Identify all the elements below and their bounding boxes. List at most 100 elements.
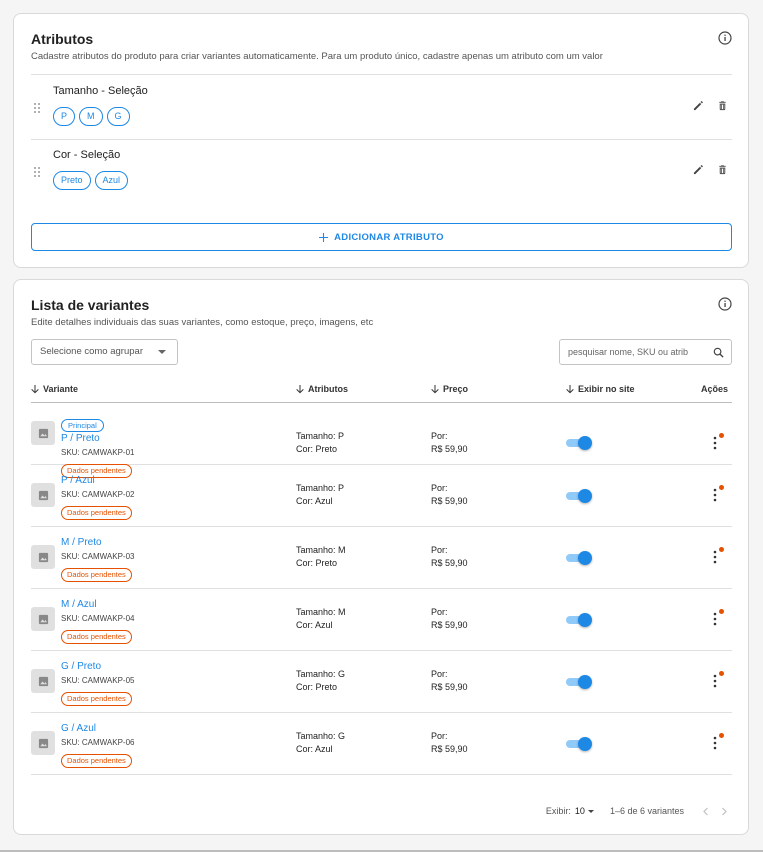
search-icon[interactable]	[713, 347, 724, 358]
attributes-subtitle: Cadastre atributos do produto para criar…	[31, 51, 603, 62]
variant-thumbnail[interactable]	[31, 731, 55, 755]
variants-subtitle: Edite detalhes individuais das suas vari…	[31, 317, 374, 328]
attribute-values: Preto Azul	[53, 171, 129, 190]
column-header-attributes[interactable]: Atributos	[296, 384, 348, 394]
value-chip: P	[53, 107, 76, 126]
column-header-price[interactable]: Preço	[431, 384, 468, 394]
table-row[interactable]: Principal P / Preto SKU: CAMWAKP-01 Dado…	[31, 403, 732, 478]
show-on-site-toggle[interactable]	[566, 675, 592, 689]
add-attribute-label: ADICIONAR ATRIBUTO	[334, 231, 444, 243]
table-row[interactable]: M / Azul SKU: CAMWAKP-04 Dados pendentes…	[31, 589, 732, 651]
variants-title: Lista de variantes	[31, 297, 150, 313]
alert-dot	[719, 671, 724, 676]
more-actions-button[interactable]	[710, 733, 724, 751]
edit-icon[interactable]	[693, 164, 704, 175]
status-badge: Dados pendentes	[61, 692, 132, 706]
variant-thumbnail[interactable]	[31, 607, 55, 631]
variant-name-link[interactable]: M / Azul	[61, 599, 135, 611]
variant-sku: SKU: CAMWAKP-01	[61, 448, 135, 457]
arrow-down-icon	[31, 384, 39, 393]
arrow-down-icon	[296, 384, 304, 393]
attribute-values: P M G	[53, 107, 130, 126]
image-icon	[38, 490, 48, 500]
value-chip: G	[106, 107, 130, 126]
value-chip: Azul	[94, 171, 129, 190]
variant-price: Por: R$ 59,90	[431, 731, 468, 754]
attributes-card: Atributos Cadastre atributos do produto …	[13, 13, 749, 268]
more-actions-button[interactable]	[710, 671, 724, 689]
table-row[interactable]: P / Azul SKU: CAMWAKP-02 Dados pendentes…	[31, 465, 732, 527]
more-vert-icon	[713, 736, 717, 750]
info-icon[interactable]	[718, 31, 732, 45]
status-badge: Dados pendentes	[61, 630, 132, 644]
image-icon	[38, 428, 48, 438]
show-on-site-toggle[interactable]	[566, 613, 592, 627]
pagination: Exibir: 10 1–6 de 6 variantes	[546, 806, 728, 816]
variant-sku: SKU: CAMWAKP-05	[61, 676, 135, 685]
variant-attributes: Tamanho: P Cor: Azul	[296, 483, 345, 506]
attribute-name: Tamanho - Seleção	[53, 85, 148, 97]
more-actions-button[interactable]	[710, 609, 724, 627]
attribute-row: Cor - Seleção Preto Azul	[31, 139, 732, 203]
variant-thumbnail[interactable]	[31, 669, 55, 693]
variant-price: Por: R$ 59,90	[431, 545, 468, 568]
status-badge: Dados pendentes	[61, 506, 132, 520]
variant-name-link[interactable]: P / Azul	[61, 475, 135, 487]
alert-dot	[719, 433, 724, 438]
delete-icon[interactable]	[717, 164, 728, 175]
table-row[interactable]: G / Azul SKU: CAMWAKP-06 Dados pendentes…	[31, 713, 732, 775]
per-page-select[interactable]: 10	[575, 806, 594, 816]
show-on-site-toggle[interactable]	[566, 551, 592, 565]
more-vert-icon	[713, 436, 717, 450]
variant-price: Por: R$ 59,90	[431, 607, 468, 630]
more-actions-button[interactable]	[710, 433, 724, 451]
group-by-select[interactable]: Selecione como agrupar	[31, 339, 178, 365]
column-header-variant[interactable]: Variante	[31, 384, 78, 394]
alert-dot	[719, 485, 724, 490]
attribute-row: Tamanho - Seleção P M G	[31, 75, 732, 139]
info-icon[interactable]	[718, 297, 732, 311]
variant-name-link[interactable]: G / Preto	[61, 661, 135, 673]
show-on-site-toggle[interactable]	[566, 737, 592, 751]
variant-attributes: Tamanho: M Cor: Preto	[296, 545, 346, 568]
column-header-show-on-site[interactable]: Exibir no site	[566, 384, 635, 394]
variant-thumbnail[interactable]	[31, 483, 55, 507]
table-row[interactable]: M / Preto SKU: CAMWAKP-03 Dados pendente…	[31, 527, 732, 589]
value-chip: M	[79, 107, 103, 126]
variant-thumbnail[interactable]	[31, 421, 55, 445]
variant-name-link[interactable]: G / Azul	[61, 723, 135, 735]
more-vert-icon	[713, 612, 717, 626]
group-by-label: Selecione como agrupar	[40, 346, 143, 357]
image-icon	[38, 552, 48, 562]
variants-card: Lista de variantes Edite detalhes indivi…	[13, 279, 749, 835]
alert-dot	[719, 733, 724, 738]
column-header-actions: Ações	[701, 384, 729, 394]
variant-name-link[interactable]: M / Preto	[61, 537, 135, 549]
show-on-site-toggle[interactable]	[566, 489, 592, 503]
variant-attributes: Tamanho: P Cor: Preto	[296, 431, 345, 454]
variant-sku: SKU: CAMWAKP-03	[61, 552, 135, 561]
search-input[interactable]	[560, 340, 710, 364]
chevron-down-icon	[587, 809, 594, 813]
alert-dot	[719, 609, 724, 614]
chevron-left-icon[interactable]	[702, 807, 710, 816]
edit-icon[interactable]	[693, 100, 704, 111]
value-chip: Preto	[53, 171, 91, 190]
more-vert-icon	[713, 550, 717, 564]
variant-price: Por: R$ 59,90	[431, 669, 468, 692]
variant-attributes: Tamanho: M Cor: Azul	[296, 607, 346, 630]
chevron-right-icon[interactable]	[720, 807, 728, 816]
more-actions-button[interactable]	[710, 547, 724, 565]
variant-thumbnail[interactable]	[31, 545, 55, 569]
table-row[interactable]: G / Preto SKU: CAMWAKP-05 Dados pendente…	[31, 651, 732, 713]
variant-sku: SKU: CAMWAKP-04	[61, 614, 135, 623]
add-attribute-button[interactable]: ADICIONAR ATRIBUTO	[31, 223, 732, 251]
delete-icon[interactable]	[717, 100, 728, 111]
drag-handle-icon[interactable]	[33, 166, 41, 178]
variant-attributes: Tamanho: G Cor: Preto	[296, 669, 346, 692]
attribute-name: Cor - Seleção	[53, 149, 121, 161]
variant-name-link[interactable]: P / Preto	[61, 433, 135, 445]
show-on-site-toggle[interactable]	[566, 436, 592, 450]
more-actions-button[interactable]	[710, 485, 724, 503]
drag-handle-icon[interactable]	[33, 102, 41, 114]
